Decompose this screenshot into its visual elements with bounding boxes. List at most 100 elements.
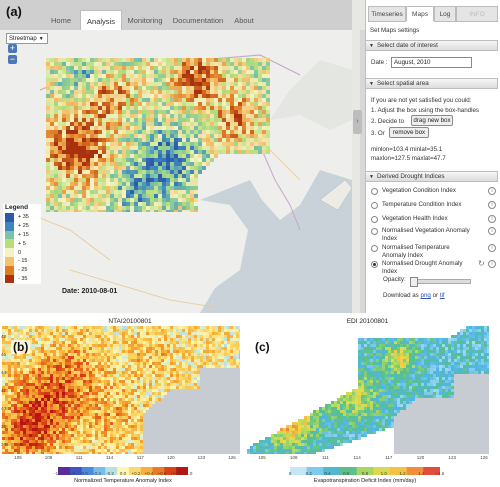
- date-input[interactable]: August, 2010: [391, 57, 472, 68]
- side-tab-log[interactable]: Log: [434, 6, 456, 22]
- map-legend: Legend + 35 + 25 + 15 + 5 0 - 15 - 25- 35: [3, 204, 41, 284]
- edi-colorbar-tick: 1.0: [380, 471, 387, 476]
- ntai-y-tick-label: 36: [1, 442, 7, 447]
- panel-label-a: (a): [6, 4, 22, 19]
- edi-x-tick-label: 123: [448, 455, 457, 460]
- ntai-colorbar-tick: +0.6: [157, 471, 167, 476]
- area-instruction-step1: 1. Adjust the box using the box-handles: [371, 107, 480, 114]
- info-icon[interactable]: i: [488, 201, 496, 209]
- nav-tab-home[interactable]: Home: [44, 11, 78, 30]
- legend-swatch: [5, 257, 14, 266]
- legend-swatch: [5, 230, 14, 240]
- edi-colorbar-tick: 0.2: [305, 471, 312, 476]
- index-label: Vegetation Condition Index: [382, 187, 456, 194]
- edi-colorbar-tick: 1.2: [399, 471, 406, 476]
- legend-label: + 15: [18, 231, 29, 238]
- edi-x-tick-label: 108: [289, 455, 298, 460]
- section-date-header[interactable]: ▼ Select date of interest: [365, 40, 498, 51]
- zoom-out-button[interactable]: −: [8, 55, 17, 64]
- index-label: Normalised Temperature Anomaly Index: [382, 244, 450, 259]
- edi-x-tick-label: 117: [385, 455, 393, 460]
- legend-row: + 25: [5, 221, 39, 231]
- area-instruction-line: If you are not yet satisfied you could:: [371, 97, 472, 104]
- legend-label: + 5: [18, 240, 26, 247]
- edi-colorbar-label: Evapotranspiration Deficit Index (mm/day…: [313, 478, 417, 484]
- area-instruction-step2: 2. Decide to: [371, 118, 405, 125]
- index-option[interactable]: Vegetation Health Index i: [371, 215, 497, 227]
- side-tab-timeseries[interactable]: Timeseries: [368, 6, 406, 22]
- legend-swatch: [5, 265, 14, 275]
- drag-new-box-button[interactable]: drag new box: [411, 115, 453, 126]
- info-icon[interactable]: i: [488, 227, 496, 235]
- opacity-label: Opacity:: [383, 276, 406, 283]
- nav-tab-monitoring[interactable]: Monitoring: [122, 11, 168, 30]
- nav-tab-documentation[interactable]: Documentation: [170, 11, 226, 30]
- edi-colorbar-tick: 1.4: [418, 471, 425, 476]
- ntai-x-tick-label: 117: [136, 455, 144, 460]
- area-instruction-step3: 3. Or: [371, 130, 385, 137]
- index-radio[interactable]: [371, 261, 378, 268]
- index-radio[interactable]: [371, 202, 378, 209]
- nav-tab-about[interactable]: About: [228, 11, 260, 30]
- section-area-header[interactable]: ▼ Select spatial area: [365, 78, 498, 89]
- opacity-slider[interactable]: [410, 277, 471, 287]
- edi-colorbar: [290, 462, 441, 475]
- index-option[interactable]: Vegetation Condition Index i: [371, 187, 497, 199]
- map-viewport[interactable]: [0, 30, 352, 313]
- basemap-select-value: Streetmap: [9, 35, 37, 42]
- legend-swatch: [5, 248, 14, 257]
- index-radio[interactable]: [371, 245, 378, 252]
- date-field-label: Date :: [371, 59, 388, 66]
- edi-colorbar-tick: 0: [288, 471, 292, 476]
- index-option[interactable]: Normalised Vegetation Anomaly Index i: [371, 227, 497, 242]
- legend-label: 0: [18, 249, 22, 256]
- remove-box-button[interactable]: remove box: [389, 127, 429, 138]
- edi-colorbar-tick: 0.4: [324, 471, 331, 476]
- legend-row: - 25: [5, 265, 39, 275]
- index-option[interactable]: Normalised Drought Anomaly Index i ↻: [371, 259, 497, 275]
- ntai-colorbar-tick: -0.8: [67, 471, 75, 476]
- info-icon[interactable]: i: [488, 215, 496, 223]
- side-tab-maps[interactable]: Maps: [406, 6, 434, 21]
- download-line: Download as png or tif: [383, 292, 445, 299]
- edi-x-tick-label: 111: [322, 455, 329, 460]
- index-option[interactable]: Temperature Condition Index i: [371, 201, 497, 213]
- section-date-title: Select date of interest: [376, 42, 438, 49]
- info-icon[interactable]: i: [488, 260, 496, 268]
- legend-label: + 35: [18, 214, 29, 221]
- info-icon[interactable]: i: [488, 244, 496, 252]
- edi-map: [247, 326, 490, 455]
- triangle-down-icon: ▼: [369, 42, 374, 49]
- collapse-panel-handle[interactable]: ›: [353, 110, 362, 134]
- legend-label: - 25: [18, 267, 28, 274]
- ntai-map: [2, 326, 242, 455]
- refresh-icon[interactable]: ↻: [478, 259, 485, 268]
- info-icon[interactable]: i: [488, 187, 496, 195]
- download-tif-link[interactable]: tif: [440, 292, 445, 299]
- legend-row: + 35: [5, 213, 39, 222]
- map-date-label: Date: 2010-08-01: [62, 288, 118, 295]
- triangle-down-icon: ▼: [369, 80, 374, 87]
- index-label: Normalised Vegetation Anomaly Index: [382, 227, 470, 242]
- ntai-colorbar-tick: +0.2: [131, 471, 141, 476]
- index-label: Normalised Drought Anomaly Index: [382, 260, 463, 275]
- ntai-map-panel: [2, 326, 242, 455]
- chevron-right-icon: ›: [356, 118, 359, 125]
- section-indices-header[interactable]: ▼ Derived Drought Indices: [365, 171, 498, 182]
- side-tab-info[interactable]: INFO: [456, 6, 498, 22]
- zoom-in-button[interactable]: +: [8, 44, 17, 53]
- bbox-min-coords: minlon=103.4 minlat=35.1: [371, 146, 443, 153]
- opacity-slider-handle[interactable]: [410, 277, 418, 287]
- ntai-colorbar-tick: 0.0: [119, 471, 127, 476]
- nav-tab-analysis[interactable]: Analysis: [80, 10, 122, 31]
- index-radio[interactable]: [371, 216, 378, 223]
- legend-row: - 15: [5, 257, 39, 266]
- ntai-y-tick-label: 46: [1, 352, 7, 357]
- index-radio[interactable]: [371, 188, 378, 195]
- index-option[interactable]: Normalised Temperature Anomaly Index i: [371, 244, 497, 259]
- download-png-link[interactable]: png: [421, 292, 431, 299]
- drought-index-overlay: [46, 58, 270, 212]
- index-radio[interactable]: [371, 228, 378, 235]
- legend-row: + 5: [5, 239, 39, 249]
- legend-swatch: [5, 213, 14, 222]
